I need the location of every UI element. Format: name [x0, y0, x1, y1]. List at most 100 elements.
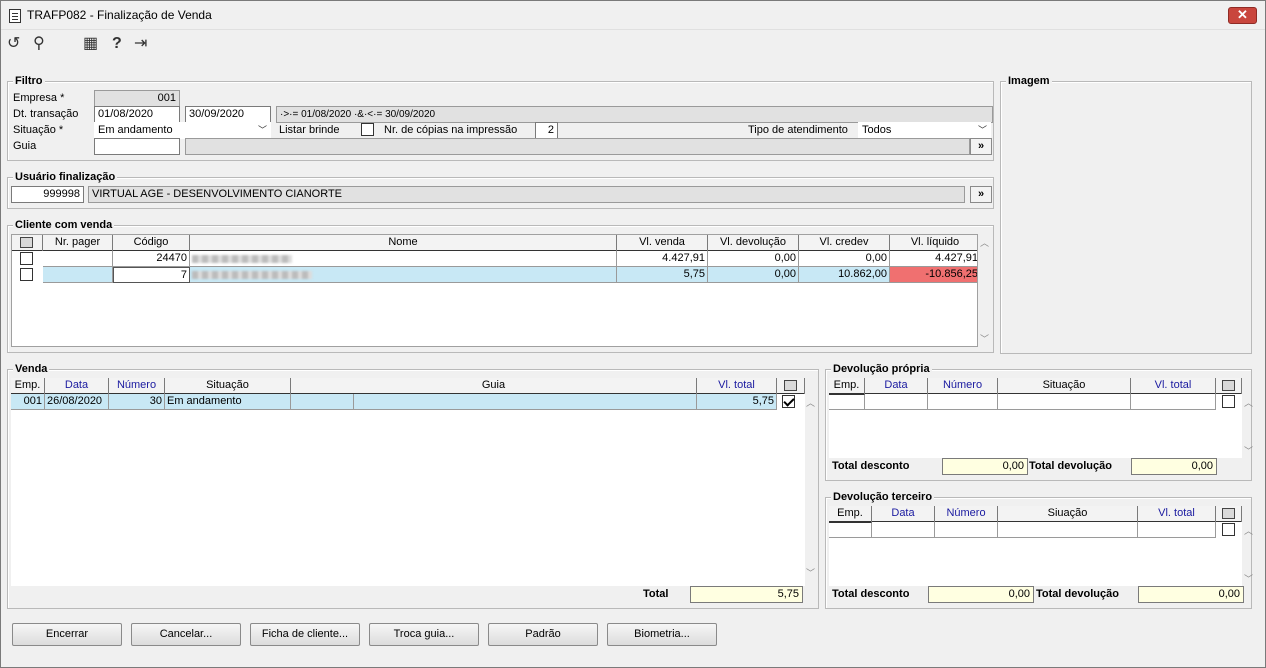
table-row[interactable]: 001 26/08/2020 30 Em andamento 5,75: [11, 394, 805, 410]
cancelar-button[interactable]: Cancelar...: [131, 623, 241, 646]
col-emp[interactable]: Emp.: [11, 378, 45, 394]
row-checkbox[interactable]: [1222, 395, 1235, 408]
row-checkbox[interactable]: [782, 395, 795, 408]
select-all-box[interactable]: [1222, 380, 1235, 391]
col-data[interactable]: Data: [872, 506, 935, 522]
col-select[interactable]: [777, 378, 805, 394]
tipo-atendimento-select[interactable]: Todos ﹀: [858, 122, 991, 139]
tipo-atendimento-label: Tipo de atendimento: [748, 124, 848, 136]
numero-cell: [928, 394, 998, 410]
cliente-header: Nr. pager Código Nome Vl. venda Vl. devo…: [12, 235, 977, 251]
col-vl-total[interactable]: Vl. total: [697, 378, 777, 394]
col-data[interactable]: Data: [45, 378, 109, 394]
select-all-box[interactable]: [20, 237, 33, 248]
table-row[interactable]: 24470 4.427,91 0,00 0,00 4.427,91: [12, 251, 977, 267]
scroll-up-icon[interactable]: ︿: [980, 236, 989, 249]
select-all-box[interactable]: [784, 380, 797, 391]
select-all-box[interactable]: [1222, 508, 1235, 519]
row-checkbox[interactable]: [20, 252, 33, 265]
col-vl-liquido[interactable]: Vl. líquido: [890, 235, 977, 251]
col-nome[interactable]: Nome: [190, 235, 617, 251]
blurred-name: [192, 255, 292, 263]
dt-to-field[interactable]: 30/09/2020: [185, 106, 271, 123]
col-numero[interactable]: Número: [109, 378, 165, 394]
calendar-icon[interactable]: ▦: [83, 35, 98, 53]
col-guia[interactable]: Guia: [291, 378, 697, 394]
scroll-up-icon[interactable]: ︿: [806, 396, 815, 409]
select-cell[interactable]: [1216, 394, 1242, 410]
venda-cell: 5,75: [617, 267, 708, 283]
col-emp[interactable]: Emp.: [829, 506, 872, 522]
col-nr-pager[interactable]: Nr. pager: [43, 235, 113, 251]
col-select[interactable]: [1216, 506, 1242, 522]
exit-icon[interactable]: ⇥: [134, 35, 147, 53]
undo-icon[interactable]: ↺: [7, 35, 20, 53]
col-situacao[interactable]: Situação: [165, 378, 291, 394]
situacao-cell: [998, 522, 1138, 538]
situacao-value: Em andamento: [98, 124, 173, 136]
guia-lookup-button[interactable]: »: [970, 138, 992, 155]
usuario-code-field[interactable]: 999998: [11, 186, 84, 203]
col-vl-devolucao[interactable]: Vl. devolução: [708, 235, 799, 251]
row-checkbox[interactable]: [1222, 523, 1235, 536]
listar-brinde-checkbox[interactable]: [361, 123, 374, 136]
search-icon[interactable]: ⚲: [33, 35, 45, 53]
col-situacao[interactable]: Situação: [998, 378, 1131, 394]
table-row[interactable]: [829, 522, 1242, 538]
select-cell[interactable]: [777, 394, 805, 410]
usuario-lookup-button[interactable]: »: [970, 186, 992, 203]
col-vl-total[interactable]: Vl. total: [1138, 506, 1216, 522]
scroll-down-icon[interactable]: ﹀: [1244, 444, 1253, 457]
scroll-up-icon[interactable]: ︿: [1244, 524, 1253, 537]
empresa-label: Empresa *: [13, 92, 65, 104]
total-cell: [1138, 522, 1216, 538]
dev-propria-devolucao-field: 0,00: [1131, 458, 1217, 475]
scroll-down-icon[interactable]: ﹀: [980, 332, 989, 345]
table-row[interactable]: 7 5,75 0,00 10.862,00 -10.856,25: [12, 267, 977, 283]
row-check-cell[interactable]: [12, 267, 43, 283]
scroll-down-icon[interactable]: ﹀: [1244, 572, 1253, 585]
help-icon[interactable]: ?: [112, 35, 122, 53]
col-data[interactable]: Data: [865, 378, 928, 394]
data-cell: [865, 394, 928, 410]
situacao-select[interactable]: Em andamento ﹀: [94, 122, 271, 139]
guia-field[interactable]: [94, 138, 180, 155]
select-cell[interactable]: [1216, 522, 1242, 538]
venda-header: Emp. Data Número Situação Guia Vl. total: [11, 378, 805, 394]
padrao-button[interactable]: Padrão: [488, 623, 598, 646]
col-select[interactable]: [1216, 378, 1242, 394]
col-vl-credev[interactable]: Vl. credev: [799, 235, 890, 251]
devolucao-cell: 0,00: [708, 267, 799, 283]
situacao-label: Situação *: [13, 124, 64, 136]
codigo-cell[interactable]: 7: [113, 267, 190, 283]
scroll-down-icon[interactable]: ﹀: [806, 566, 815, 579]
cliente-grid: Nr. pager Código Nome Vl. venda Vl. devo…: [11, 234, 978, 347]
dev-terceiro-grid: Emp. Data Número Siuação Vl. total: [829, 506, 1242, 586]
row-check-cell[interactable]: [12, 251, 43, 267]
pager-cell: [43, 267, 113, 283]
close-button[interactable]: ✕: [1228, 7, 1257, 24]
troca-guia-button[interactable]: Troca guia...: [369, 623, 479, 646]
cliente-group: Cliente com venda Nr. pager Código Nome …: [7, 219, 994, 353]
encerrar-button[interactable]: Encerrar: [12, 623, 122, 646]
biometria-button[interactable]: Biometria...: [607, 623, 717, 646]
table-row[interactable]: [829, 394, 1242, 410]
dev-terceiro-desconto-field: 0,00: [928, 586, 1034, 603]
col-vl-venda[interactable]: Vl. venda: [617, 235, 708, 251]
ficha-cliente-button[interactable]: Ficha de cliente...: [250, 623, 360, 646]
col-numero[interactable]: Número: [935, 506, 998, 522]
usuario-name-field: VIRTUAL AGE - DESENVOLVIMENTO CIANORTE: [88, 186, 965, 203]
row-checkbox[interactable]: [20, 268, 33, 281]
dt-from-field[interactable]: 01/08/2020: [94, 106, 180, 123]
col-situacao[interactable]: Siuação: [998, 506, 1138, 522]
col-numero[interactable]: Número: [928, 378, 998, 394]
empresa-field[interactable]: 001: [94, 90, 180, 107]
chevron-down-icon: ﹀: [977, 125, 987, 135]
col-codigo[interactable]: Código: [113, 235, 190, 251]
col-emp[interactable]: Emp.: [829, 378, 865, 394]
select-all-header[interactable]: [12, 235, 43, 251]
scroll-up-icon[interactable]: ︿: [1244, 396, 1253, 409]
copias-field[interactable]: 2: [535, 122, 558, 139]
copias-label: Nr. de cópias na impressão: [384, 124, 518, 136]
col-vl-total[interactable]: Vl. total: [1131, 378, 1216, 394]
